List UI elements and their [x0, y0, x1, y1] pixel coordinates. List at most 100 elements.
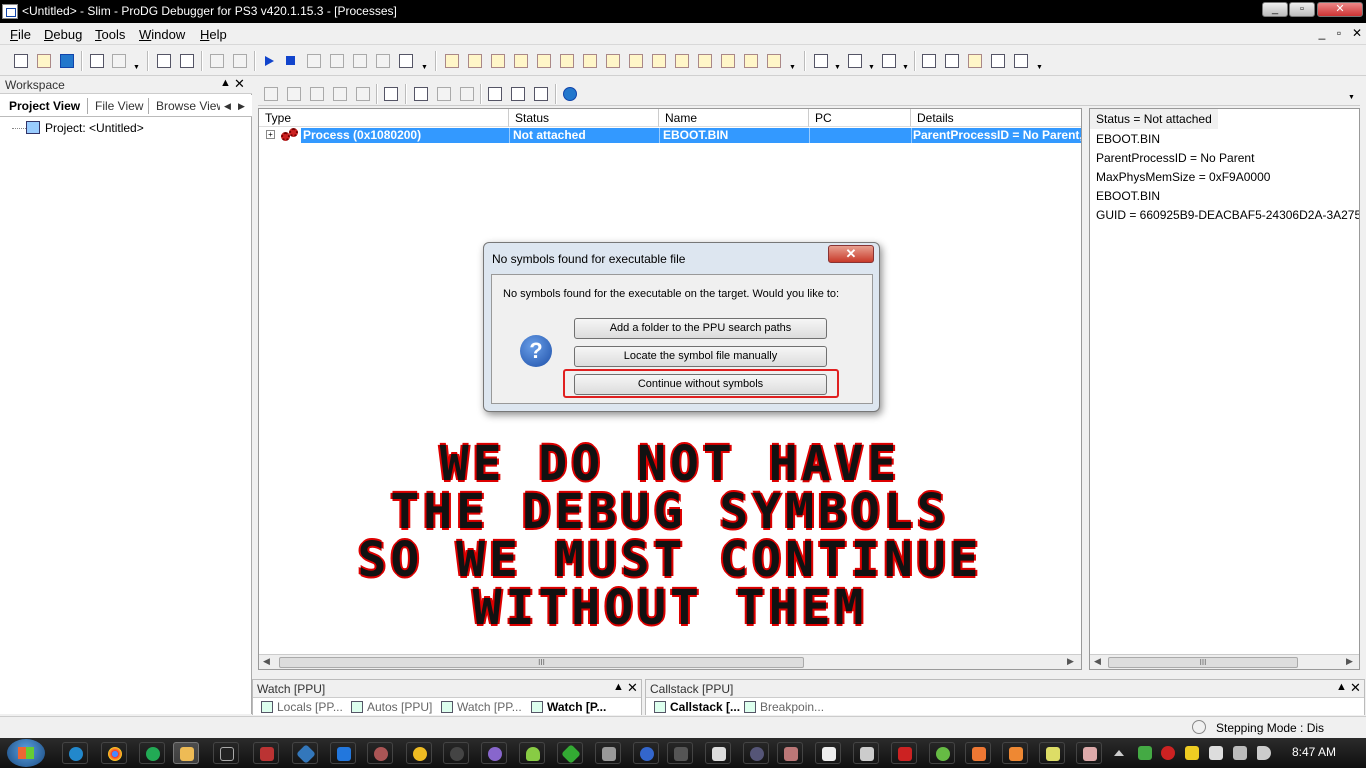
taskbar-hangouts-icon[interactable]	[139, 742, 165, 764]
taskbar-bug-icon[interactable]	[443, 742, 469, 764]
tab-breakpoints[interactable]: Breakpoin...	[744, 700, 824, 714]
taskbar-azure-icon[interactable]	[330, 742, 356, 764]
taskbar-clock[interactable]: 8:47 AM	[1292, 745, 1336, 759]
grid-icon[interactable]	[88, 52, 106, 70]
close-button[interactable]: ✕	[1317, 2, 1363, 17]
taskbar-notes-icon[interactable]	[815, 742, 841, 764]
taskbar-headphones-icon[interactable]	[743, 742, 769, 764]
proc-settings-icon[interactable]	[486, 85, 504, 103]
taskbar-viewer-icon[interactable]	[1076, 742, 1102, 764]
tray-show-hidden-icon[interactable]	[1114, 750, 1124, 756]
mdi-minimize-button[interactable]: _	[1315, 26, 1329, 40]
proc-tree-icon[interactable]	[532, 85, 550, 103]
window-3-icon[interactable]	[966, 52, 984, 70]
add-search-path-button[interactable]: Add a folder to the PPU search paths	[574, 318, 827, 339]
tray-network-icon[interactable]	[1233, 746, 1247, 760]
proc-step-over-icon[interactable]	[331, 85, 349, 103]
proc-attach-icon[interactable]	[435, 85, 453, 103]
window-4-icon[interactable]	[989, 52, 1007, 70]
taskbar-app-icon[interactable]	[253, 742, 279, 764]
targets-icon[interactable]	[719, 52, 737, 70]
column-details[interactable]: Details	[911, 109, 1081, 127]
callstack-dock-close-icon[interactable]: ✕	[1350, 680, 1361, 696]
column-type[interactable]: Type	[259, 109, 509, 127]
step-into-icon[interactable]	[305, 52, 323, 70]
taskbar-editor-icon[interactable]	[1039, 742, 1065, 764]
connect-icon[interactable]	[208, 52, 226, 70]
menu-debug[interactable]: Debug	[44, 27, 82, 42]
save-icon[interactable]	[58, 52, 76, 70]
proc-filter-icon[interactable]	[509, 85, 527, 103]
window-2-icon[interactable]	[943, 52, 961, 70]
tab-callstack[interactable]: Callstack [...	[654, 700, 740, 714]
taskbar-cmd-icon[interactable]	[213, 742, 239, 764]
memory-icon[interactable]	[110, 52, 128, 70]
run-icon[interactable]	[260, 52, 278, 70]
taskbar-xbox-icon[interactable]	[557, 742, 583, 764]
taskbar-calc-icon[interactable]	[853, 742, 879, 764]
mdi-restore-button[interactable]: ▫	[1332, 26, 1346, 40]
layout-1-icon[interactable]	[812, 52, 830, 70]
taskbar-coin-icon[interactable]	[406, 742, 432, 764]
menu-help[interactable]: Help	[200, 27, 227, 42]
step-over-icon[interactable]	[328, 52, 346, 70]
watch-icon[interactable]	[558, 52, 576, 70]
tab-watch-1[interactable]: Watch [PP...	[441, 700, 522, 714]
callstack-dock-pin-icon[interactable]: ▲	[1336, 681, 1347, 693]
tray-notify-icon[interactable]	[1185, 746, 1199, 760]
tray-gmail-icon[interactable]	[1161, 746, 1175, 760]
menu-window[interactable]: Window	[139, 27, 185, 42]
column-pc[interactable]: PC	[809, 109, 911, 127]
console-icon[interactable]	[742, 52, 760, 70]
processes-icon[interactable]	[765, 52, 783, 70]
taskbar-ie-icon[interactable]	[62, 742, 88, 764]
locate-symbol-file-button[interactable]: Locate the symbol file manually	[574, 346, 827, 367]
tab-file-view[interactable]: File View	[95, 99, 143, 113]
proc-refresh-icon[interactable]	[561, 85, 579, 103]
disassembly-icon[interactable]	[466, 52, 484, 70]
locals-icon[interactable]	[535, 52, 553, 70]
taskbar-messenger-icon[interactable]	[929, 742, 955, 764]
tab-scroll-left-icon[interactable]: ◀	[224, 101, 231, 112]
proc-step-into-icon[interactable]	[308, 85, 326, 103]
details-hscrollbar[interactable]: ◀ III ▶	[1090, 654, 1359, 669]
tab-autos[interactable]: Autos [PPU]	[351, 700, 432, 714]
run-to-cursor-icon[interactable]	[374, 52, 392, 70]
memory-view-icon[interactable]	[512, 52, 530, 70]
tree-item-project[interactable]: Project: <Untitled>	[45, 121, 144, 135]
taskbar-stylus-icon[interactable]	[667, 742, 693, 764]
scroll-thumb[interactable]: III	[279, 657, 804, 668]
window-1-icon[interactable]	[920, 52, 938, 70]
workspace-pin-icon[interactable]: ▲	[220, 77, 231, 89]
tty-icon[interactable]	[696, 52, 714, 70]
row-expander-icon[interactable]: +	[266, 130, 275, 139]
new-file-icon[interactable]	[12, 52, 30, 70]
tray-volume-icon[interactable]	[1257, 746, 1271, 760]
taskbar-visualstudio-icon[interactable]	[292, 742, 318, 764]
tab-locals[interactable]: Locals [PP...	[261, 700, 343, 714]
reload-icon[interactable]	[178, 52, 196, 70]
load-elf-icon[interactable]	[155, 52, 173, 70]
registers-icon[interactable]	[489, 52, 507, 70]
taskbar-media-icon[interactable]	[367, 742, 393, 764]
taskbar-tool-icon[interactable]	[595, 742, 621, 764]
threads-icon[interactable]	[650, 52, 668, 70]
details-scroll-left-icon[interactable]: ◀	[1094, 656, 1101, 667]
tray-vpn-icon[interactable]	[1138, 746, 1152, 760]
tab-browse-view[interactable]: Browse View	[156, 99, 220, 113]
tab-watch-2[interactable]: Watch [P...	[531, 700, 606, 714]
watch-dock-close-icon[interactable]: ✕	[627, 680, 638, 696]
taskbar-explorer-icon[interactable]	[173, 742, 199, 764]
taskbar-filezilla-icon[interactable]	[891, 742, 917, 764]
tab-scroll-right-icon[interactable]: ▶	[238, 101, 245, 112]
taskbar-android-icon[interactable]	[519, 742, 545, 764]
taskbar-infinity-icon[interactable]	[633, 742, 659, 764]
mdi-close-button[interactable]: ✕	[1350, 26, 1364, 40]
proc-step-out-icon[interactable]	[354, 85, 372, 103]
modules-icon[interactable]	[673, 52, 691, 70]
proc-gears-icon[interactable]	[412, 85, 430, 103]
taskbar-orange-app-icon[interactable]	[965, 742, 991, 764]
disconnect-icon[interactable]	[231, 52, 249, 70]
taskbar-orange-app-2-icon[interactable]	[1002, 742, 1028, 764]
scroll-right-icon[interactable]: ▶	[1067, 656, 1074, 667]
